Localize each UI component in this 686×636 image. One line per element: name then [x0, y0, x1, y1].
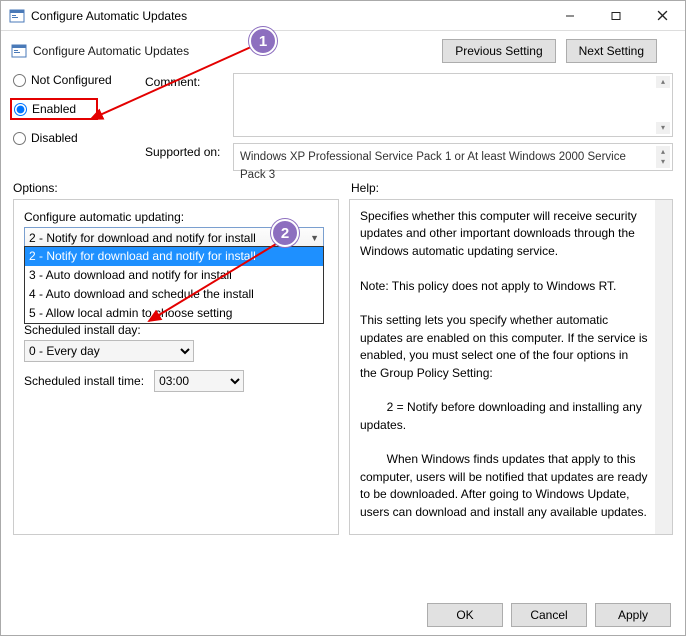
help-text: When Windows finds updates that apply to…	[360, 451, 648, 521]
radio-disabled[interactable]: Disabled	[13, 131, 133, 145]
radio-not-configured[interactable]: Not Configured	[13, 73, 133, 87]
ok-button[interactable]: OK	[427, 603, 503, 627]
scheduled-time-select[interactable]: 03:00	[154, 370, 244, 392]
policy-icon	[11, 43, 27, 59]
policy-window-icon	[9, 8, 25, 24]
policy-header: Configure Automatic Updates Previous Set…	[1, 31, 685, 63]
dropdown-item[interactable]: 5 - Allow local admin to choose setting	[25, 304, 323, 323]
enabled-highlight: Enabled	[10, 98, 98, 120]
radio-disabled-label: Disabled	[31, 131, 78, 145]
dialog-footer: OK Cancel Apply	[427, 603, 671, 627]
configure-updating-dropdown[interactable]: 2 - Notify for download and notify for i…	[24, 246, 324, 324]
help-panel: Specifies whether this computer will rec…	[349, 199, 673, 535]
scheduled-time-label: Scheduled install time:	[24, 374, 144, 388]
annotation-badge-2: 2	[271, 219, 299, 247]
configure-updating-value: 2 - Notify for download and notify for i…	[29, 231, 256, 245]
radio-not-configured-label: Not Configured	[31, 73, 112, 87]
annotation-badge-1: 1	[249, 27, 277, 55]
scroll-down-icon[interactable]: ▾	[656, 156, 670, 168]
close-button[interactable]	[639, 1, 685, 31]
scroll-down-icon[interactable]: ▾	[656, 122, 670, 134]
scrollbar[interactable]	[655, 200, 672, 534]
apply-button[interactable]: Apply	[595, 603, 671, 627]
help-text: 2 = Notify before downloading and instal…	[360, 399, 648, 434]
title-bar: Configure Automatic Updates	[1, 1, 685, 31]
radio-not-configured-input[interactable]	[13, 74, 26, 87]
options-section-label: Options:	[13, 181, 351, 195]
maximize-button[interactable]	[593, 1, 639, 31]
radio-disabled-input[interactable]	[13, 132, 26, 145]
help-text: Note: This policy does not apply to Wind…	[360, 278, 648, 295]
comment-label: Comment:	[145, 73, 223, 89]
cancel-button[interactable]: Cancel	[511, 603, 587, 627]
comment-textarea[interactable]: ▴ ▾	[233, 73, 673, 137]
minimize-button[interactable]	[547, 1, 593, 31]
scheduled-day-select[interactable]: 0 - Every day	[24, 340, 194, 362]
radio-enabled[interactable]: Enabled	[14, 102, 76, 116]
state-radio-group: Not Configured Enabled Disabled	[13, 73, 133, 171]
supported-on-label: Supported on:	[145, 143, 223, 159]
next-setting-button[interactable]: Next Setting	[566, 39, 657, 63]
scheduled-day-label: Scheduled install day:	[24, 323, 328, 337]
help-text: Specifies whether this computer will rec…	[360, 208, 648, 260]
previous-setting-button[interactable]: Previous Setting	[442, 39, 555, 63]
chevron-down-icon: ▼	[310, 233, 319, 243]
window-title: Configure Automatic Updates	[31, 9, 547, 23]
help-text: This setting lets you specify whether au…	[360, 312, 648, 382]
dropdown-item[interactable]: 3 - Auto download and notify for install	[25, 266, 323, 285]
help-section-label: Help:	[351, 181, 379, 195]
dropdown-item[interactable]: 2 - Notify for download and notify for i…	[25, 247, 323, 266]
radio-enabled-label: Enabled	[32, 102, 76, 116]
scroll-up-icon[interactable]: ▴	[656, 76, 670, 88]
supported-on-text: Windows XP Professional Service Pack 1 o…	[233, 143, 673, 171]
dropdown-item[interactable]: 4 - Auto download and schedule the insta…	[25, 285, 323, 304]
policy-title: Configure Automatic Updates	[33, 44, 442, 58]
options-panel: Configure automatic updating: 2 - Notify…	[13, 199, 339, 535]
radio-enabled-input[interactable]	[14, 103, 27, 116]
